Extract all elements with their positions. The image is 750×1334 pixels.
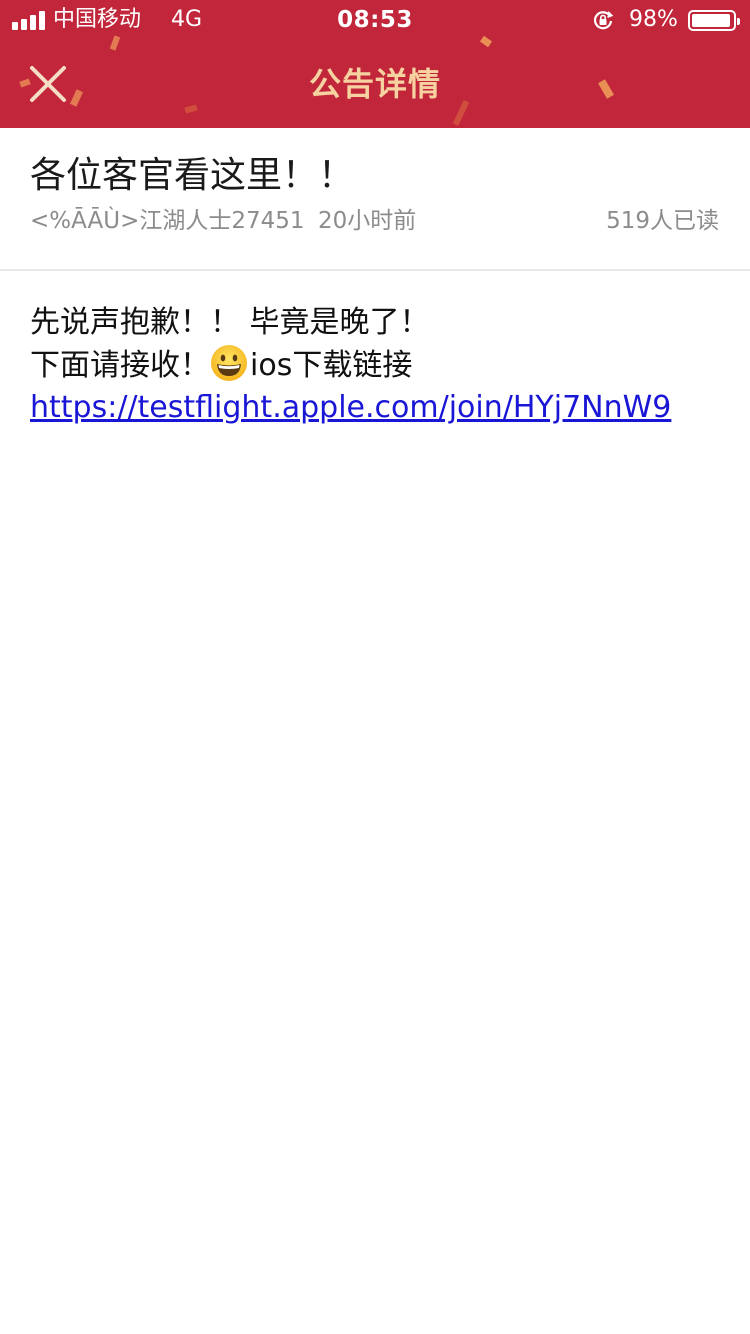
post-time: 20小时前 <box>318 208 417 234</box>
body-line: 先说声抱歉！！ 毕竟是晚了！ <box>30 305 430 340</box>
confetti-decoration <box>184 104 198 114</box>
announcement-detail-screen: 中国移动 4G 08:53 98% 公告详情 各位客官看这里！！ <%ĀĀÙ>江… <box>0 0 750 1334</box>
battery-icon <box>688 10 740 31</box>
confetti-decoration <box>598 79 614 99</box>
header: 中国移动 4G 08:53 98% 公告详情 <box>0 0 750 128</box>
body-text: 下面请接收！ <box>30 348 210 383</box>
post-title: 各位客官看这里！！ <box>30 155 355 196</box>
close-button[interactable] <box>24 60 72 108</box>
confetti-decoration <box>452 99 470 127</box>
body-line: 下面请接收！ ios下载链接 <box>30 344 720 387</box>
testflight-link[interactable]: https://testflight.apple.com/join/HYj7Nn… <box>30 387 720 429</box>
status-bar: 中国移动 4G 08:53 98% <box>0 0 750 40</box>
page-title: 公告详情 <box>308 65 441 103</box>
rotation-lock-icon <box>593 11 614 30</box>
post-author: <%ĀĀÙ>江湖人士27451 <box>30 208 305 234</box>
post-header: 各位客官看这里！！ <%ĀĀÙ>江湖人士27451 20小时前 519人已读 <box>0 128 750 271</box>
battery-percent: 98% <box>629 7 678 32</box>
grinning-face-emoji <box>211 345 247 381</box>
post-body: 先说声抱歉！！ 毕竟是晚了！ 下面请接收！ ios下载链接 https://te… <box>30 302 720 429</box>
body-text: ios下载链接 <box>250 348 413 383</box>
close-icon <box>30 66 66 102</box>
read-count: 519人已读 <box>606 208 719 234</box>
